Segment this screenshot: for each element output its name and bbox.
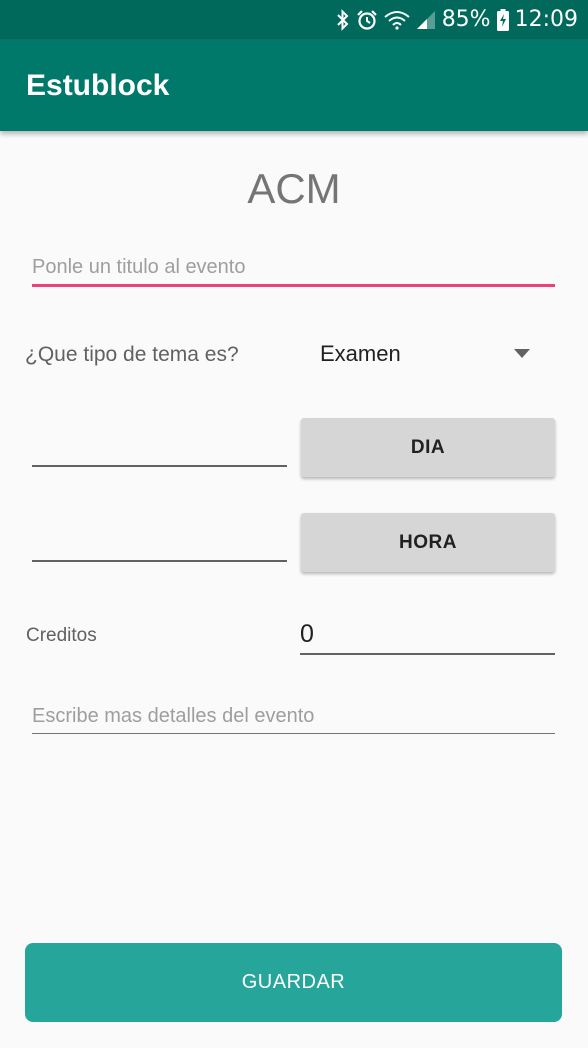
wifi-icon bbox=[384, 10, 410, 30]
battery-icon bbox=[496, 8, 509, 31]
status-icons: 85% 12:09 bbox=[336, 0, 578, 39]
day-button[interactable]: DIA bbox=[301, 418, 555, 477]
credits-label: Creditos bbox=[26, 625, 97, 646]
credits-value: 0 bbox=[300, 620, 314, 648]
type-selected-value: Examen bbox=[320, 341, 401, 366]
form-title: ACM bbox=[247, 165, 341, 212]
date-field[interactable] bbox=[32, 465, 287, 467]
status-bar: 85% 12:09 bbox=[0, 0, 588, 39]
save-button[interactable]: GUARDAR bbox=[25, 943, 562, 1022]
event-title-input[interactable] bbox=[32, 250, 555, 287]
signal-icon bbox=[416, 10, 436, 30]
app-title: Estublock bbox=[26, 69, 170, 102]
clock-time: 12:09 bbox=[514, 7, 578, 32]
battery-percent: 85% bbox=[441, 7, 491, 32]
type-label: ¿Que tipo de tema es? bbox=[25, 343, 239, 366]
type-dropdown[interactable]: Examen bbox=[300, 330, 540, 378]
hour-button[interactable]: HORA bbox=[301, 513, 555, 572]
time-field[interactable] bbox=[32, 560, 287, 562]
bluetooth-icon bbox=[336, 8, 350, 31]
details-input[interactable] bbox=[32, 700, 555, 734]
dropdown-arrow-icon bbox=[514, 349, 530, 358]
credits-input[interactable]: 0 bbox=[300, 616, 555, 655]
alarm-icon bbox=[356, 9, 378, 31]
app-bar: Estublock bbox=[0, 39, 588, 131]
